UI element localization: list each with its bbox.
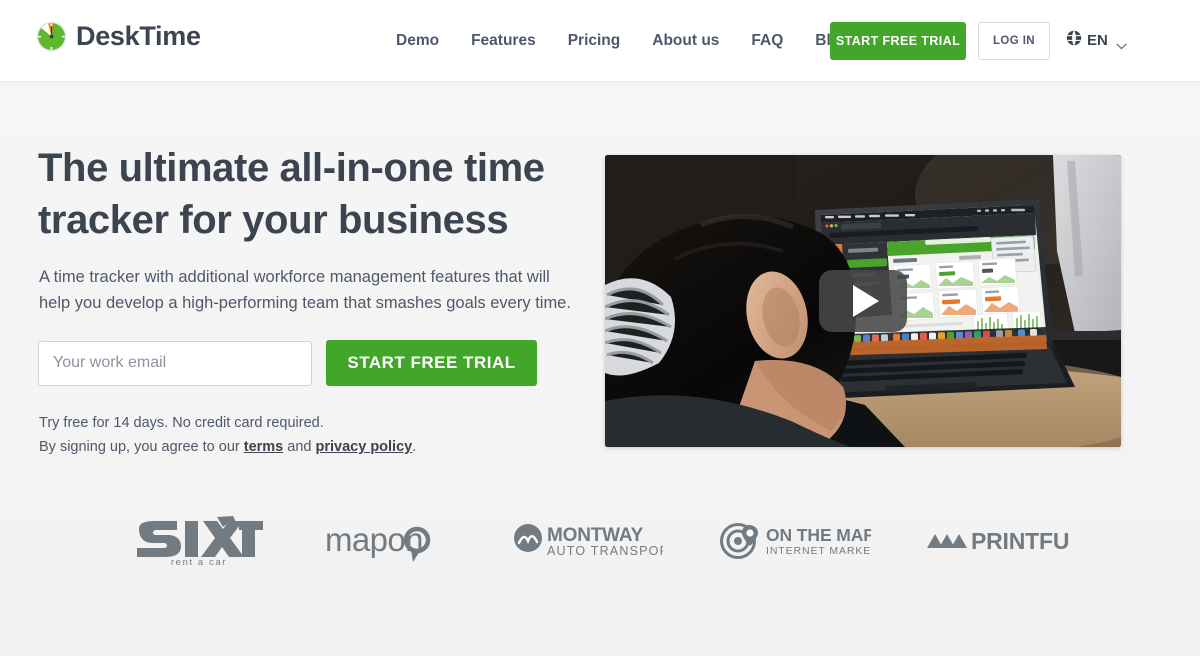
page-title: The ultimate all-in-one time tracker for… xyxy=(38,146,545,242)
fineprint-legal-prefix: By signing up, you agree to our xyxy=(39,439,244,455)
nav-about-us[interactable]: About us xyxy=(636,29,735,53)
fineprint-legal-suffix: . xyxy=(412,439,417,455)
chevron-down-icon xyxy=(1116,37,1127,50)
logo-mapon: mapon xyxy=(293,510,483,572)
globe-icon xyxy=(1066,30,1082,51)
fineprint-legal: By signing up, you agree to our terms an… xyxy=(39,435,416,459)
signup-form: START FREE TRIAL xyxy=(38,340,537,386)
logo-sixt: rent a car xyxy=(103,510,293,572)
work-email-input[interactable] xyxy=(38,340,312,386)
brand-logo[interactable]: DeskTime xyxy=(36,21,201,52)
clock-pie-icon xyxy=(36,21,67,52)
play-button-icon[interactable] xyxy=(819,270,907,332)
site-header: DeskTime Demo Features Pricing About us … xyxy=(0,0,1200,81)
main-nav: Demo Features Pricing About us FAQ Blog xyxy=(396,29,866,53)
client-logos: rent a car mapon MONTWAY AUTO TRANSPO ON… xyxy=(0,506,1200,576)
page-root: DeskTime Demo Features Pricing About us … xyxy=(0,0,1200,656)
svg-text:ON THE MAP: ON THE MAP xyxy=(766,525,871,545)
terms-link[interactable]: terms xyxy=(244,439,284,455)
brand-name: DeskTime xyxy=(76,21,201,51)
nav-faq[interactable]: FAQ xyxy=(735,29,799,53)
hero-video-thumbnail[interactable] xyxy=(605,155,1121,447)
hero-section: The ultimate all-in-one time tracker for… xyxy=(0,81,1200,656)
fineprint-trial-terms: Try free for 14 days. No credit card req… xyxy=(39,415,324,431)
hero-subheading: A time tracker with additional workforce… xyxy=(39,268,571,312)
language-code: EN xyxy=(1087,32,1108,49)
svg-text:INTERNET MARKETING: INTERNET MARKETING xyxy=(766,545,871,557)
signup-fineprint: Try free for 14 days. No credit card req… xyxy=(39,411,416,459)
svg-text:MONTWAY: MONTWAY xyxy=(547,525,644,546)
svg-text:rent a car: rent a car xyxy=(170,557,226,567)
header-start-free-trial-button[interactable]: START FREE TRIAL xyxy=(830,22,966,60)
logo-printful: PRINTFUL xyxy=(898,510,1098,572)
svg-text:PRINTFUL: PRINTFUL xyxy=(971,528,1070,554)
nav-demo[interactable]: Demo xyxy=(396,29,455,53)
header-inner: DeskTime Demo Features Pricing About us … xyxy=(0,0,1200,81)
play-triangle xyxy=(853,285,879,317)
logo-on-the-map: ON THE MAP INTERNET MARKETING xyxy=(693,510,898,572)
hero-content: The ultimate all-in-one time tracker for… xyxy=(0,81,1200,656)
logo-montway: MONTWAY AUTO TRANSPORT xyxy=(483,510,693,572)
login-button[interactable]: LOG IN xyxy=(978,22,1050,60)
nav-features[interactable]: Features xyxy=(455,29,552,53)
privacy-policy-link[interactable]: privacy policy xyxy=(316,439,413,455)
svg-text:AUTO TRANSPORT: AUTO TRANSPORT xyxy=(547,544,663,558)
hero-start-free-trial-button[interactable]: START FREE TRIAL xyxy=(326,340,537,386)
language-selector[interactable]: EN xyxy=(1066,30,1127,51)
nav-pricing[interactable]: Pricing xyxy=(552,29,637,53)
fineprint-legal-and: and xyxy=(283,439,316,455)
